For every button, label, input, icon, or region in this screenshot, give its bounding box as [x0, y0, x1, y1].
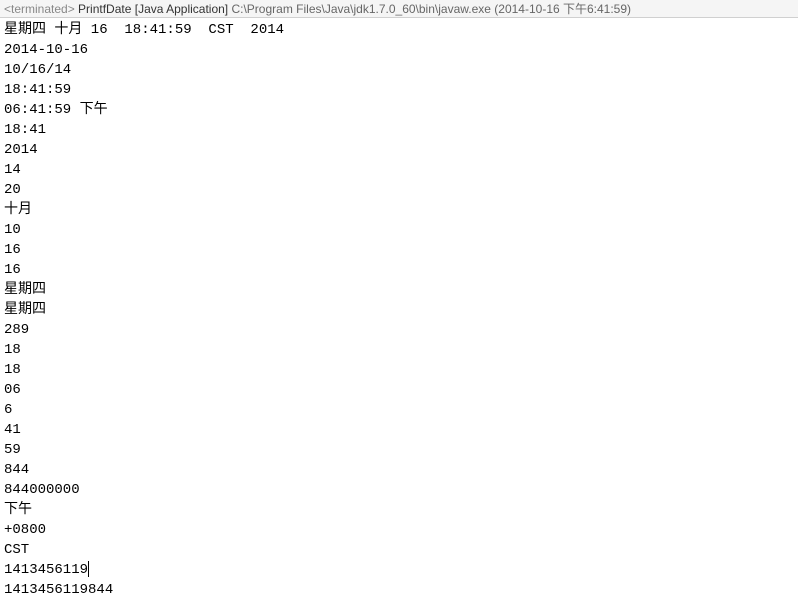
executable-path: C:\Program Files\Java\jdk1.7.0_60\bin\ja…: [231, 2, 494, 16]
console-line: 16: [4, 260, 794, 280]
console-line: 06:41:59 下午: [4, 100, 794, 120]
console-line: 18: [4, 340, 794, 360]
console-line: 18:41: [4, 120, 794, 140]
console-output[interactable]: 星期四 十月 16 18:41:59 CST 20142014-10-1610/…: [0, 18, 798, 602]
console-line: 14: [4, 160, 794, 180]
console-line: 2014: [4, 140, 794, 160]
console-line: 844: [4, 460, 794, 480]
console-line: 星期四: [4, 300, 794, 320]
console-line: 2014-10-16: [4, 40, 794, 60]
console-line: 18:41:59: [4, 80, 794, 100]
terminated-label: <terminated>: [4, 2, 78, 16]
console-line: 16: [4, 240, 794, 260]
console-line: +0800: [4, 520, 794, 540]
app-name: PrintfDate [Java Application]: [78, 2, 231, 16]
console-line: 下午: [4, 500, 794, 520]
console-line: 6: [4, 400, 794, 420]
console-line: 1413456119844: [4, 580, 794, 600]
text-cursor: [88, 561, 89, 577]
run-timestamp: (2014-10-16 下午6:41:59): [494, 2, 631, 16]
console-line: 十月: [4, 200, 794, 220]
console-line: 289: [4, 320, 794, 340]
console-line: 20: [4, 180, 794, 200]
console-line: 星期四 十月 16 18:41:59 CST 2014: [4, 20, 794, 40]
console-line: 1413456119: [4, 560, 794, 580]
console-line: 18: [4, 360, 794, 380]
console-line: 59: [4, 440, 794, 460]
console-line: 844000000: [4, 480, 794, 500]
console-line: 10: [4, 220, 794, 240]
console-line: 10/16/14: [4, 60, 794, 80]
console-header: <terminated> PrintfDate [Java Applicatio…: [0, 0, 798, 18]
console-line: 06: [4, 380, 794, 400]
console-line: 星期四: [4, 280, 794, 300]
console-line: CST: [4, 540, 794, 560]
console-line: 41: [4, 420, 794, 440]
console-text: 1413456119: [4, 562, 88, 578]
